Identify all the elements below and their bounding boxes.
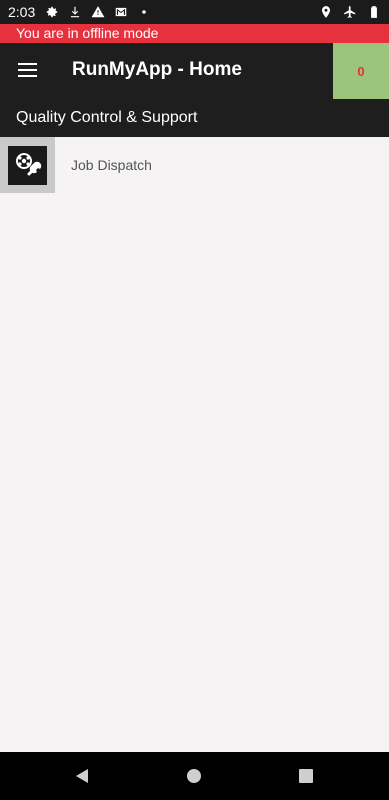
status-left-icons: [45, 5, 151, 19]
status-time: 2:03: [8, 4, 36, 20]
menu-list: Job Dispatch: [0, 137, 389, 193]
status-bar: 2:03: [0, 0, 389, 24]
page-title: RunMyApp - Home: [72, 59, 242, 80]
back-icon[interactable]: [74, 768, 90, 784]
list-item-job-dispatch[interactable]: Job Dispatch: [0, 137, 389, 193]
dot-icon: [142, 10, 146, 14]
location-icon: [321, 6, 331, 18]
recents-icon[interactable]: [299, 769, 313, 783]
offline-banner: You are in offline mode: [0, 24, 389, 43]
home-icon[interactable]: [187, 769, 201, 783]
airplane-icon: [344, 6, 356, 18]
warning-icon: [91, 6, 105, 18]
section-header: Quality Control & Support: [0, 99, 389, 137]
download-icon: [71, 6, 80, 18]
system-nav-bar: [0, 752, 389, 800]
status-right-icons: [319, 5, 381, 19]
item-icon-container: [0, 137, 55, 193]
app-bar: RunMyApp - Home 0: [0, 43, 389, 99]
dispatch-tools-icon: [8, 145, 47, 185]
pending-count-badge[interactable]: 0: [333, 43, 389, 99]
gmail-icon: [116, 7, 127, 17]
battery-icon: [371, 6, 377, 18]
gear-icon: [47, 6, 58, 18]
hamburger-menu-icon[interactable]: [14, 59, 40, 83]
list-item-label: Job Dispatch: [71, 157, 152, 173]
